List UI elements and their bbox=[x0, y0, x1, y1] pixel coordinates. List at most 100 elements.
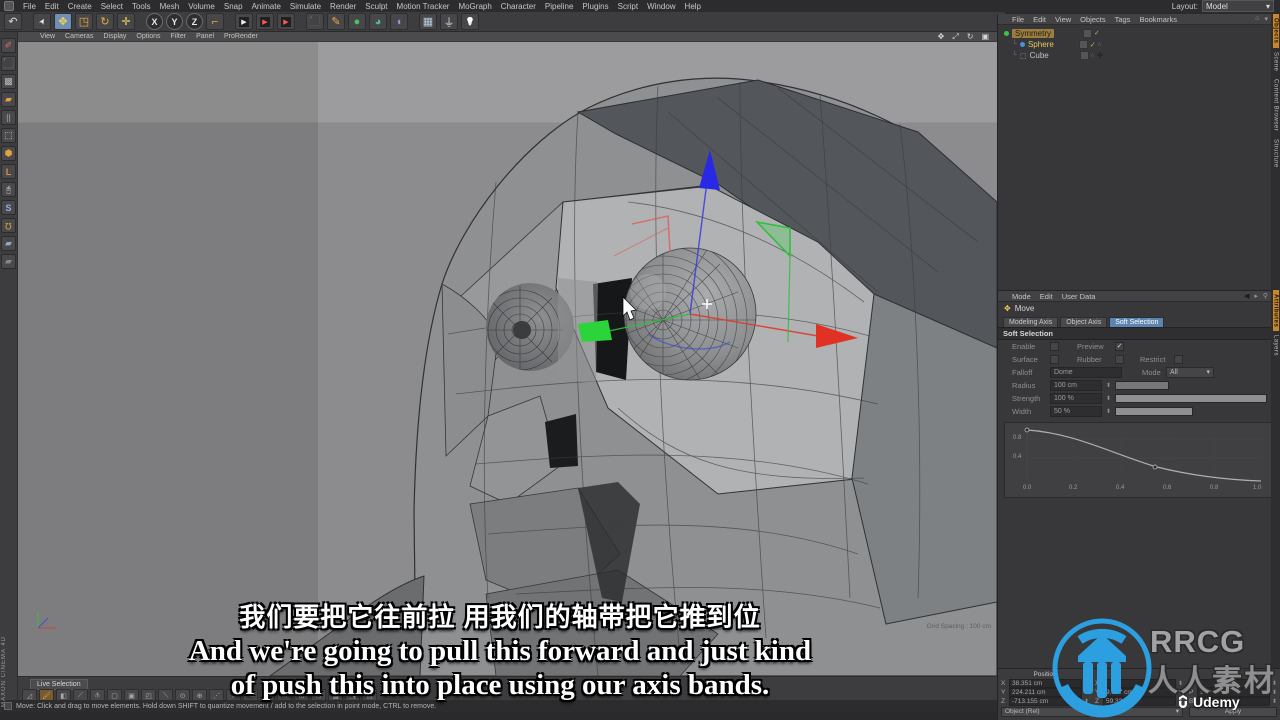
enable-checkbox[interactable] bbox=[1050, 342, 1059, 351]
menu-help[interactable]: Help bbox=[685, 2, 701, 11]
tab-soft-selection[interactable]: Soft Selection bbox=[1109, 317, 1165, 327]
menu-render[interactable]: Render bbox=[330, 2, 356, 11]
surface-checkbox[interactable] bbox=[1050, 355, 1059, 364]
add-spline-button[interactable] bbox=[327, 13, 345, 30]
am-menu-userdata[interactable]: User Data bbox=[1062, 292, 1096, 301]
add-generator-button[interactable] bbox=[348, 13, 366, 30]
am-lock-icon[interactable]: ⚲ bbox=[1263, 292, 1268, 300]
size-x-input[interactable] bbox=[1103, 679, 1176, 688]
selection-tag-icon[interactable]: ∴ bbox=[1091, 52, 1095, 59]
polygons-mode-icon[interactable] bbox=[1, 146, 16, 161]
menu-sculpt[interactable]: Sculpt bbox=[365, 2, 387, 11]
om-filter-icon[interactable]: ▾ bbox=[1264, 15, 1268, 23]
snap-magnet-icon[interactable] bbox=[1, 218, 16, 233]
preview-checkbox[interactable]: ✓ bbox=[1115, 342, 1124, 351]
menu-animate[interactable]: Animate bbox=[252, 2, 281, 11]
snap-settings-icon[interactable]: S bbox=[1, 200, 16, 215]
om-menu-bookmarks[interactable]: Bookmarks bbox=[1139, 15, 1177, 24]
apply-button[interactable]: Apply bbox=[1189, 707, 1277, 717]
om-menu-view[interactable]: View bbox=[1055, 15, 1071, 24]
locked-workplane-icon[interactable] bbox=[1, 236, 16, 251]
object-name[interactable]: Cube bbox=[1030, 51, 1049, 60]
viewport-solo-icon[interactable] bbox=[1, 182, 16, 197]
strength-slider[interactable] bbox=[1115, 394, 1268, 403]
rotate-tool-button[interactable] bbox=[96, 13, 114, 30]
tab-layers[interactable]: Layers bbox=[1273, 331, 1279, 360]
menu-edit[interactable]: Edit bbox=[45, 2, 59, 11]
tag-icon[interactable] bbox=[1079, 51, 1089, 60]
edges-mode-icon[interactable] bbox=[1, 128, 16, 143]
object-name[interactable]: Symmetry bbox=[1012, 29, 1054, 38]
object-row-cube[interactable]: └ ⬚ Cube ∴ ✛ bbox=[998, 50, 1280, 61]
stepper-icon[interactable]: ⬍ bbox=[1106, 395, 1111, 402]
vp-menu-prorender[interactable]: ProRender bbox=[224, 33, 258, 40]
am-menu-mode[interactable]: Mode bbox=[1012, 292, 1031, 301]
om-menu-objects[interactable]: Objects bbox=[1080, 15, 1105, 24]
model-mode-icon[interactable] bbox=[1, 56, 16, 71]
position-x-input[interactable]: 38.351 cm bbox=[1009, 679, 1082, 688]
zoom-view-icon[interactable]: ⤢ bbox=[952, 32, 958, 42]
add-light-button[interactable] bbox=[461, 13, 479, 30]
scale-tool-button[interactable] bbox=[75, 13, 93, 30]
render-to-picture-viewer-button[interactable] bbox=[256, 13, 274, 30]
restrict-checkbox[interactable] bbox=[1174, 355, 1183, 364]
tab-structure[interactable]: Structure bbox=[1273, 135, 1279, 172]
rotation-p-input[interactable]: 90 ° bbox=[1197, 688, 1270, 697]
radius-input[interactable]: 100 cm bbox=[1050, 380, 1102, 391]
viewport-canvas[interactable] bbox=[18, 42, 997, 676]
rotation-b-input[interactable]: 0 ° bbox=[1197, 697, 1270, 706]
tag-icon[interactable] bbox=[1078, 40, 1088, 49]
menu-pipeline[interactable]: Pipeline bbox=[545, 2, 573, 11]
vp-menu-view[interactable]: View bbox=[40, 33, 55, 40]
tab-content-browser[interactable]: Content Browser bbox=[1273, 75, 1279, 135]
add-camera-button[interactable] bbox=[440, 13, 458, 30]
strength-input[interactable]: 100 % bbox=[1050, 393, 1102, 404]
vp-menu-panel[interactable]: Panel bbox=[196, 33, 214, 40]
size-mode-dropdown[interactable]: Size ▾ bbox=[1095, 707, 1183, 717]
z-axis-lock-button[interactable]: Z bbox=[186, 13, 203, 30]
render-settings-button[interactable] bbox=[277, 13, 295, 30]
falloff-dropdown[interactable]: Dome bbox=[1050, 367, 1122, 378]
object-name[interactable]: Sphere bbox=[1028, 40, 1054, 49]
object-row-sphere[interactable]: └ Sphere ✓ ∴ bbox=[998, 39, 1280, 50]
menu-create[interactable]: Create bbox=[68, 2, 92, 11]
menu-volume[interactable]: Volume bbox=[188, 2, 215, 11]
object-enabled-dot[interactable] bbox=[1004, 31, 1009, 36]
x-axis-lock-button[interactable]: X bbox=[146, 13, 163, 30]
vp-menu-cameras[interactable]: Cameras bbox=[65, 33, 93, 40]
add-primitive-button[interactable] bbox=[306, 13, 324, 30]
om-menu-tags[interactable]: Tags bbox=[1115, 15, 1131, 24]
visibility-check-icon[interactable]: ✓ bbox=[1094, 29, 1100, 38]
render-view-button[interactable] bbox=[235, 13, 253, 30]
menu-motion-tracker[interactable]: Motion Tracker bbox=[397, 2, 450, 11]
menu-mesh[interactable]: Mesh bbox=[160, 2, 180, 11]
convert-tool-icon[interactable] bbox=[1, 38, 16, 53]
axis-tag-icon[interactable]: ✛ bbox=[1097, 51, 1104, 60]
history-forward-icon[interactable]: ▸ bbox=[1254, 292, 1258, 300]
add-array-button[interactable] bbox=[419, 13, 437, 30]
selection-tag-icon[interactable]: ∴ bbox=[1098, 41, 1102, 48]
menu-simulate[interactable]: Simulate bbox=[290, 2, 321, 11]
menu-window[interactable]: Window bbox=[647, 2, 675, 11]
om-search-icon[interactable]: ⌂ bbox=[1255, 15, 1259, 23]
points-mode-icon[interactable] bbox=[1, 110, 16, 125]
live-selection-tool-button[interactable] bbox=[33, 13, 51, 30]
position-z-input[interactable]: -713.155 cm bbox=[1009, 697, 1082, 706]
history-back-icon[interactable]: ◀ bbox=[1244, 292, 1249, 300]
menu-file[interactable]: File bbox=[23, 2, 36, 11]
rubber-checkbox[interactable] bbox=[1115, 355, 1124, 364]
layout-dropdown[interactable]: Model ▾ bbox=[1202, 0, 1274, 12]
width-input[interactable]: 50 % bbox=[1050, 406, 1102, 417]
om-menu-file[interactable]: File bbox=[1012, 15, 1024, 24]
om-menu-edit[interactable]: Edit bbox=[1033, 15, 1046, 24]
visibility-check-icon[interactable]: ✓ bbox=[1090, 41, 1096, 49]
pan-view-icon[interactable]: ✥ bbox=[938, 32, 945, 42]
menu-plugins[interactable]: Plugins bbox=[582, 2, 608, 11]
am-menu-edit[interactable]: Edit bbox=[1040, 292, 1053, 301]
perspective-viewport[interactable]: View Cameras Display Options Filter Pane… bbox=[18, 32, 997, 676]
enable-axis-icon[interactable]: L bbox=[1, 164, 16, 179]
rotation-h-input[interactable] bbox=[1197, 679, 1270, 688]
mode-dropdown[interactable]: All ▾ bbox=[1166, 367, 1214, 378]
size-y-input[interactable]: 9.007 cm bbox=[1103, 688, 1176, 697]
vp-menu-display[interactable]: Display bbox=[103, 33, 126, 40]
